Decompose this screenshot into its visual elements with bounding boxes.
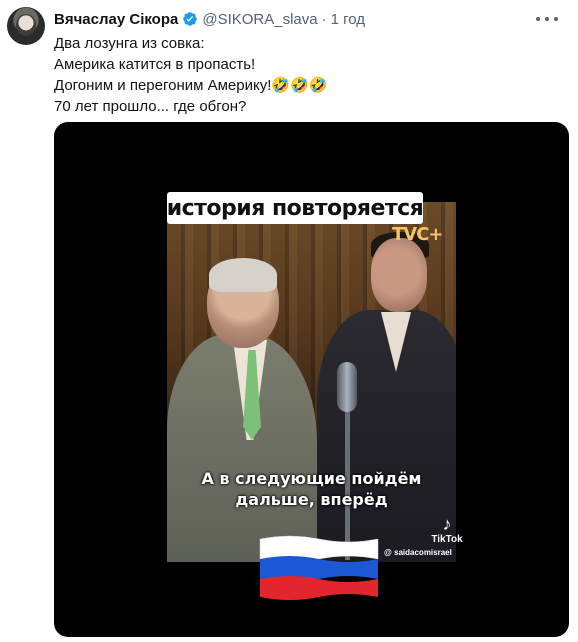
channel-logo: ТVС+ <box>392 224 444 245</box>
tweet: Вячаслау Сікора @SIKORA_slava · 1 год Дв… <box>0 0 578 642</box>
video-player[interactable]: ТVС+ история повторяется А в следующие п… <box>54 122 569 637</box>
author-handle[interactable]: @SIKORA_slava <box>202 11 317 28</box>
person-right-head <box>371 238 427 312</box>
author-name[interactable]: Вячаслау Сікора <box>54 11 178 28</box>
subtitle-line: дальше, вперёд <box>235 490 388 509</box>
tiktok-handle: @ saidacomisrael <box>384 548 452 557</box>
video-subtitle: А в следующие пойдём дальше, вперёд <box>167 468 456 510</box>
subtitle-line: А в следующие пойдём <box>201 469 422 488</box>
separator-dot: · <box>321 10 327 28</box>
tweet-text: Два лозунга из совка: Америка катится в … <box>54 33 554 117</box>
tweet-line: 70 лет прошло... где обгон? <box>54 98 247 115</box>
tiktok-logo-icon: ♪ <box>442 514 452 534</box>
more-dots-icon[interactable] <box>536 12 558 26</box>
tweet-line: Два лозунга из совка: <box>54 35 205 52</box>
tiktok-label: TikTok <box>431 534 463 545</box>
video-caption: история повторяется <box>167 192 424 224</box>
tweet-line: Америка катится в пропасть! <box>54 56 256 73</box>
tweet-timestamp[interactable]: 1 год <box>331 11 365 28</box>
tweet-header: Вячаслау Сікора @SIKORA_slava · 1 год <box>54 10 365 28</box>
tiktok-watermark: ♪ TikTok <box>428 514 466 545</box>
microphone <box>337 362 357 412</box>
avatar[interactable] <box>7 7 45 45</box>
verified-badge-icon <box>182 11 198 27</box>
russia-flag-icon <box>258 533 380 600</box>
tweet-line: Догоним и перегоним Америку!🤣🤣🤣 <box>54 77 328 94</box>
person-left-hair <box>209 258 277 292</box>
